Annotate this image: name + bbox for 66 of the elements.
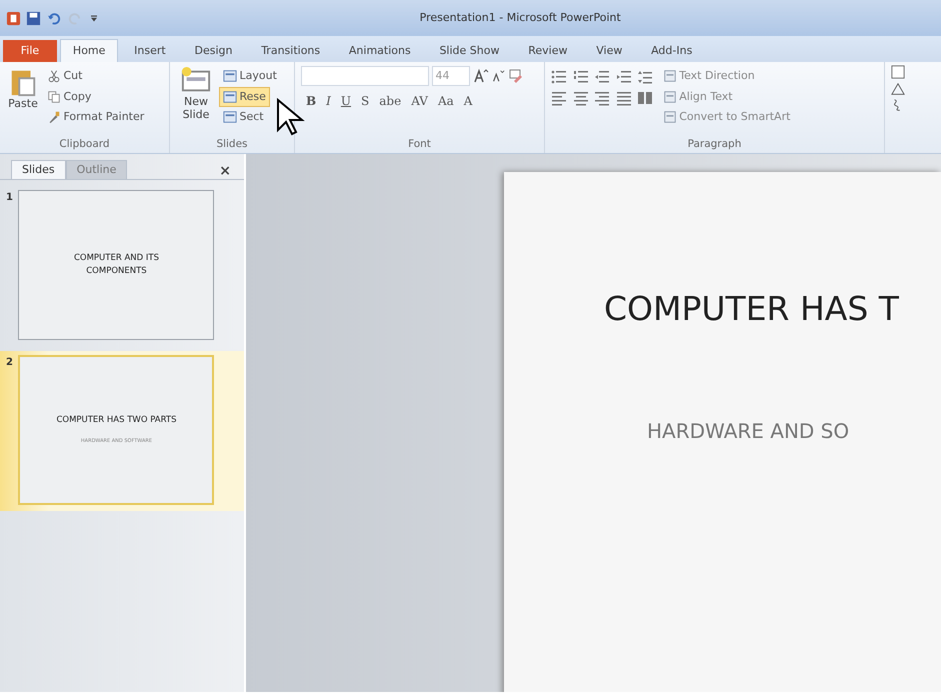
thumbnail-title: COMPUTER AND ITS COMPONENTS: [72, 252, 160, 278]
paste-button[interactable]: Paste: [6, 66, 40, 138]
thumbnail-title: COMPUTER HAS TWO PARTS: [56, 414, 176, 428]
scissors-icon: [46, 69, 61, 84]
ribbon-tab[interactable]: Design: [181, 38, 246, 62]
align-icon: [551, 90, 567, 106]
ribbon-tab[interactable]: View: [583, 38, 636, 62]
brush-icon: [46, 110, 61, 124]
grow-font-icon: [472, 68, 488, 84]
group-label: Clipboard: [58, 137, 111, 152]
cursor-icon: [276, 98, 306, 136]
align-icon: [616, 90, 632, 106]
font-name-field[interactable]: [301, 66, 429, 86]
slide-title[interactable]: COMPUTER HAS T: [604, 289, 899, 328]
bullets-icon: [551, 68, 567, 85]
slide-option-button[interactable]: Layout: [218, 66, 281, 86]
copy-button[interactable]: Copy: [42, 86, 96, 107]
increase-indent-icon: [616, 68, 632, 85]
group-label: Paragraph: [686, 137, 742, 152]
columns-icon: [637, 90, 653, 106]
ribbon-tab[interactable]: Slide Show: [426, 38, 512, 62]
ribbon-tab[interactable]: Animations: [336, 38, 424, 62]
slide-thumbnail[interactable]: COMPUTER AND ITS COMPONENTS: [18, 190, 214, 340]
format-painter-button[interactable]: Format Painter: [42, 107, 148, 128]
ribbon-tab[interactable]: Home: [60, 38, 118, 62]
format-button[interactable]: abe: [374, 92, 406, 110]
line-spacing-icon: [637, 68, 653, 85]
file-tab[interactable]: File: [2, 40, 58, 62]
copy-icon: [46, 90, 61, 104]
slide-option-button[interactable]: Sect: [218, 107, 268, 128]
format-button[interactable]: AV: [406, 92, 433, 110]
numbering-icon: [572, 68, 588, 85]
layout-icon: [222, 90, 237, 104]
shrink-font-icon: [491, 68, 506, 84]
format-button[interactable]: I: [321, 92, 336, 110]
slide-subtitle[interactable]: HARDWARE AND SO: [647, 418, 850, 442]
format-button[interactable]: S: [356, 92, 374, 110]
format-button[interactable]: A: [458, 92, 478, 110]
pane-tab[interactable]: Slides: [11, 160, 66, 179]
slide-option-button[interactable]: Rese: [218, 86, 270, 107]
undo-icon: [46, 10, 62, 26]
new-slide-button[interactable]: New Slide: [176, 66, 216, 138]
close-button[interactable]: ×: [217, 162, 233, 179]
slide-number: 1: [6, 190, 13, 204]
group-label: Font: [407, 137, 432, 152]
layout-icon: [222, 69, 237, 84]
group-label: Slides: [215, 137, 249, 152]
triangle-icon: [890, 82, 904, 96]
redo-icon: [67, 10, 82, 26]
window-title: Presentation1 - Microsoft PowerPoint: [420, 10, 621, 24]
textbox-icon: [890, 64, 904, 79]
clear-format-icon: [508, 68, 524, 84]
ribbon-tab[interactable]: Add-Ins: [638, 38, 706, 62]
align-icon: [572, 90, 588, 106]
format-button[interactable]: Aa: [432, 92, 459, 110]
format-button[interactable]: U: [336, 92, 356, 110]
ribbon-tab[interactable]: Insert: [121, 38, 179, 62]
slide-number: 2: [6, 356, 13, 370]
layout-icon: [222, 110, 237, 124]
ribbon-tab[interactable]: Review: [515, 38, 580, 62]
ribbon-tab[interactable]: Transitions: [248, 38, 334, 62]
save-icon: [26, 10, 41, 26]
align-icon: [594, 90, 610, 106]
app-logo-icon: [6, 10, 20, 26]
cut-button[interactable]: Cut: [42, 66, 86, 86]
decrease-indent-icon: [594, 68, 610, 85]
